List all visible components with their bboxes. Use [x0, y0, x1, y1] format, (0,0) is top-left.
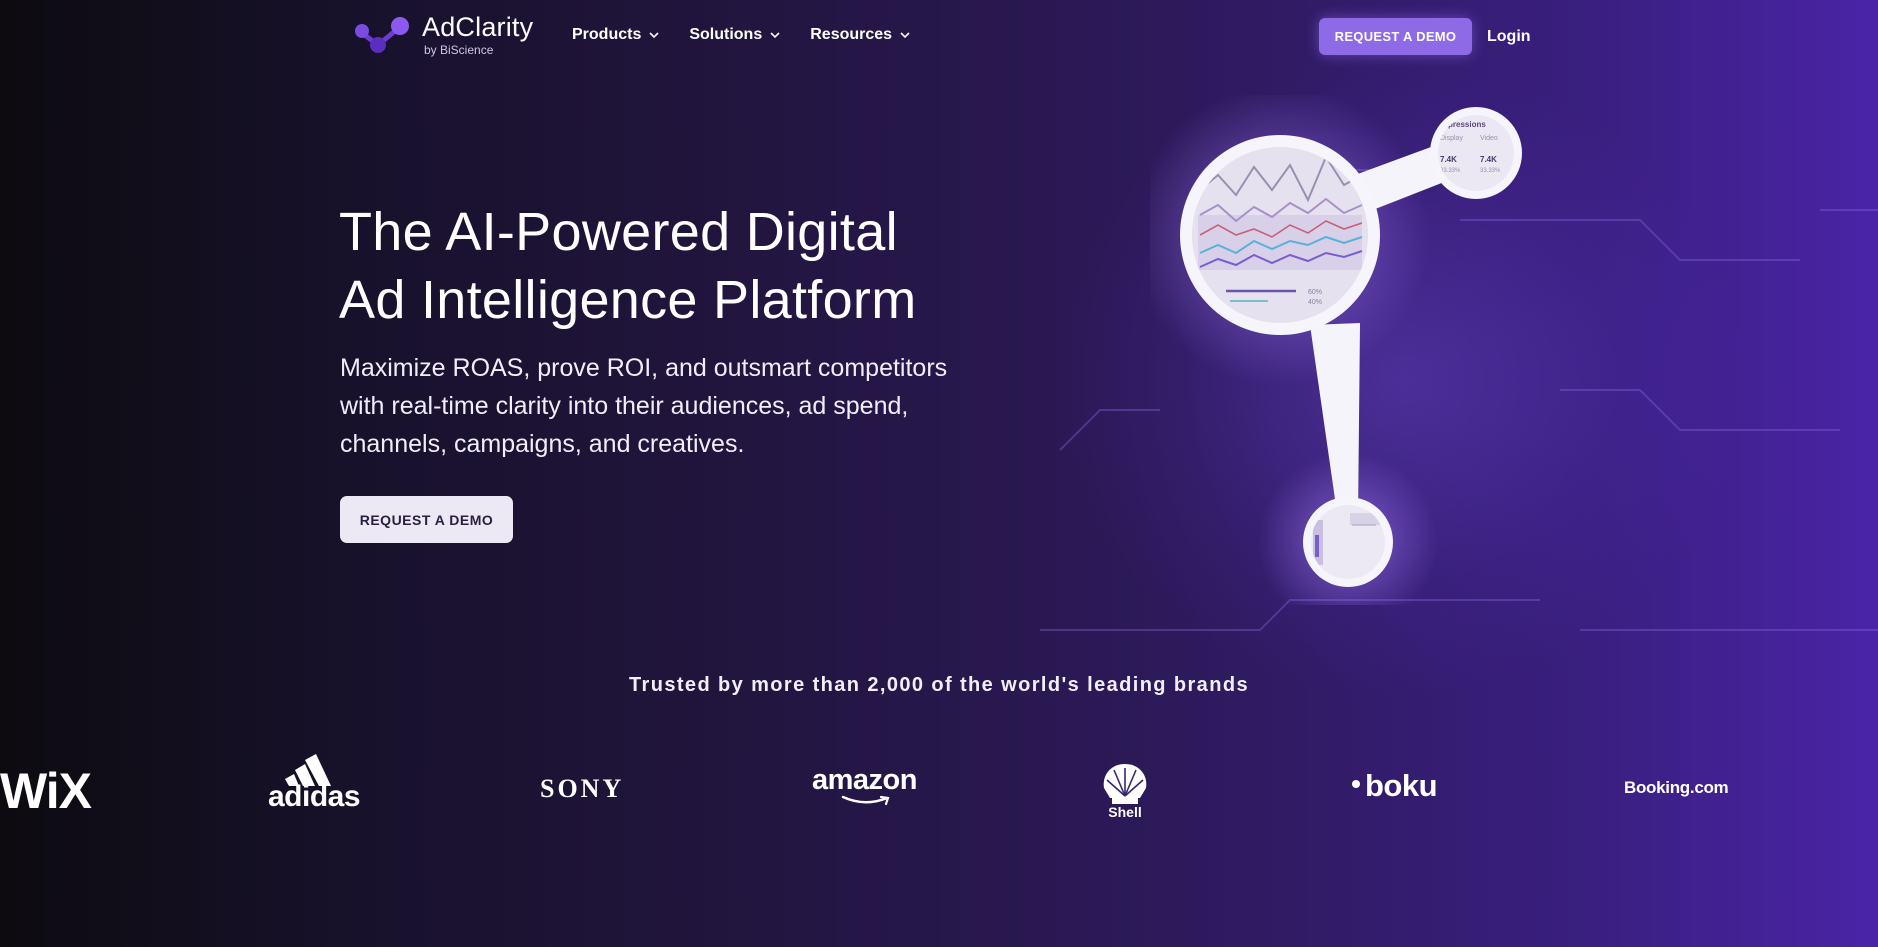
chevron-down-icon [900, 32, 910, 39]
brand-name: boku [1365, 768, 1438, 803]
hero-title-line-1: The AI-Powered Digital [339, 202, 898, 262]
top-navigation: AdClarity by BiScience Products Solution… [0, 0, 1878, 74]
stats-val-2: 7.4K [1480, 155, 1497, 164]
boku-dot-icon [1352, 780, 1360, 788]
hero-subtitle-line-3: channels, campaigns, and creatives. [340, 430, 745, 458]
booking-logo: Booking.com [1624, 778, 1729, 798]
legend-value-2: 40% [1308, 299, 1322, 306]
chevron-down-icon [649, 32, 659, 39]
trusted-by-heading: Trusted by more than 2,000 of the world'… [629, 674, 1249, 696]
hero-title: The AI-Powered Digital Ad Intelligence P… [339, 198, 1039, 334]
brand-name: amazon [812, 764, 917, 796]
legend-value-1: 60% [1308, 289, 1322, 296]
bottom-lens [1303, 497, 1393, 587]
nav-item-label: Solutions [689, 26, 763, 43]
stats-col-2: Video [1480, 135, 1498, 142]
nav-item-resources[interactable]: Resources [810, 26, 910, 44]
shell-logo: Shell [1100, 762, 1150, 820]
brand-logo-strip: WiX adidas SONY amazon Shell boku Bookin… [0, 752, 1878, 832]
nav-item-products[interactable]: Products [572, 26, 659, 44]
nav-item-label: Products [572, 26, 642, 43]
logo-subtitle: by BiScience [424, 43, 494, 57]
brand-name: WiX [0, 763, 92, 819]
brand-name: SONY [540, 774, 625, 803]
big-lens-chart: 60% 40% [1180, 135, 1380, 335]
adclarity-logo[interactable]: AdClarity by BiScience [352, 14, 533, 56]
amazon-logo: amazon [812, 766, 917, 807]
stats-col-1: Display [1440, 135, 1463, 142]
hero-subtitle-line-1: Maximize ROAS, prove ROI, and outsmart c… [340, 354, 948, 382]
wix-logo: WiX [0, 762, 92, 820]
dashboard-magnifier-illustration: 60% 40% pressions Display Video 7.4K 7.4… [1150, 95, 1522, 605]
shell-emblem-icon [1103, 764, 1147, 804]
login-link[interactable]: Login [1487, 28, 1531, 46]
brand-name: Shell [1108, 804, 1142, 820]
small-lens-stats: pressions Display Video 7.4K 7.4K 33.33%… [1430, 107, 1522, 199]
request-demo-hero-button[interactable]: REQUEST A DEMO [340, 496, 513, 543]
brand-name: Booking.com [1624, 778, 1729, 797]
hero-subtitle: Maximize ROAS, prove ROI, and outsmart c… [340, 349, 1000, 463]
main-menu: Products Solutions Resources [572, 26, 910, 44]
boku-logo: boku [1352, 768, 1438, 804]
logo-molecule-icon [355, 17, 409, 53]
stats-val-1: 7.4K [1440, 155, 1457, 164]
adidas-logo: adidas [268, 752, 361, 814]
request-demo-nav-button[interactable]: REQUEST A DEMO [1319, 18, 1472, 55]
stats-pct-2: 33.33% [1480, 168, 1501, 174]
hero-subtitle-line-2: with real-time clarity into their audien… [340, 392, 909, 420]
logo-name: AdClarity [422, 12, 534, 42]
brand-name: adidas [268, 780, 361, 813]
chevron-down-icon [770, 32, 780, 39]
nav-item-label: Resources [810, 26, 893, 43]
amazon-smile-icon [842, 795, 890, 806]
hero-title-line-2: Ad Intelligence Platform [339, 270, 917, 330]
sony-logo: SONY [540, 774, 624, 804]
nav-item-solutions[interactable]: Solutions [689, 26, 780, 44]
